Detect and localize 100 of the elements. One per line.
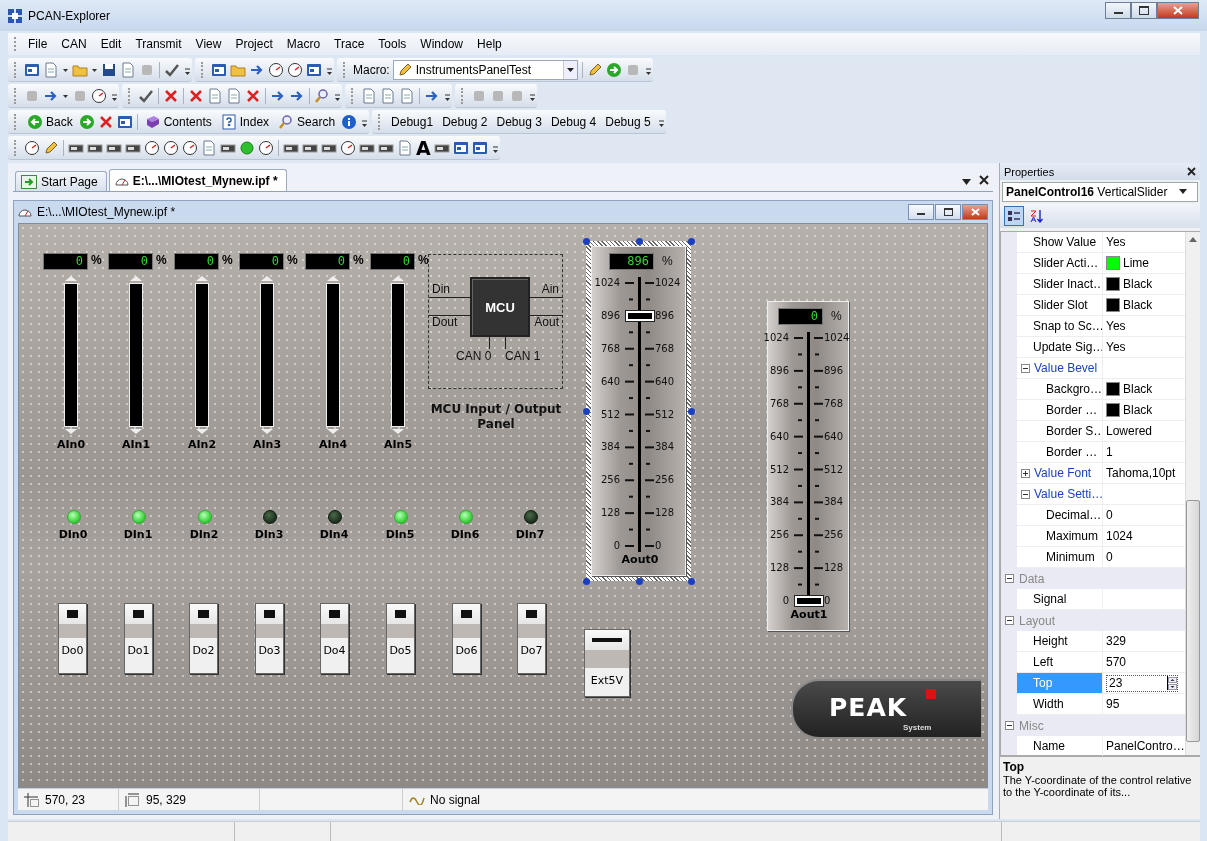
property-name[interactable]: Value Bevel xyxy=(1034,361,1098,375)
search-button[interactable]: Search xyxy=(275,112,339,131)
menu-item[interactable]: Transmit xyxy=(128,35,189,53)
toggle-switch[interactable]: Do3 xyxy=(255,603,284,674)
resize-handle[interactable] xyxy=(583,578,590,585)
value-input-field[interactable]: 23 xyxy=(1106,674,1178,692)
dropdown-icon[interactable] xyxy=(962,178,971,185)
toggle-switch[interactable]: Do2 xyxy=(189,603,218,674)
menu-item[interactable]: Trace xyxy=(327,35,372,53)
menu-item[interactable]: Tools xyxy=(371,35,414,53)
window-icon[interactable] xyxy=(211,61,227,78)
slider-thumb[interactable] xyxy=(794,595,824,607)
slider-thumb[interactable] xyxy=(625,310,655,322)
property-name[interactable]: Width xyxy=(1033,697,1064,711)
collapse-icon[interactable] xyxy=(1004,574,1014,583)
property-value[interactable]: Yes xyxy=(1106,340,1126,354)
maximize-button[interactable] xyxy=(935,204,961,220)
gauge-icon[interactable] xyxy=(268,61,284,78)
pencil-icon[interactable] xyxy=(43,139,59,156)
property-name[interactable]: Backgro… xyxy=(1046,382,1102,396)
menu-item[interactable]: Help xyxy=(470,35,509,53)
window-icon[interactable] xyxy=(24,61,40,78)
property-name[interactable]: Value Font xyxy=(1034,466,1092,480)
expand-icon[interactable] xyxy=(1021,468,1030,478)
gauge-icon[interactable] xyxy=(24,139,40,156)
cross-icon[interactable] xyxy=(188,87,204,104)
document-tab[interactable]: E:\...\MIOtest_Mynew.ipf * xyxy=(108,169,287,191)
property-name[interactable]: Border S… xyxy=(1046,424,1102,438)
property-value[interactable]: Yes xyxy=(1106,235,1126,249)
gauge-icon[interactable] xyxy=(287,61,303,78)
cross-icon[interactable] xyxy=(97,113,114,130)
collapse-icon[interactable] xyxy=(1004,616,1014,625)
collapse-icon[interactable] xyxy=(1004,721,1014,730)
property-name[interactable]: Maximum xyxy=(1046,529,1098,543)
property-value[interactable]: Lime xyxy=(1123,256,1149,270)
menu-item[interactable]: Window xyxy=(413,35,471,53)
minimize-button[interactable] xyxy=(908,204,934,220)
property-name[interactable]: Height xyxy=(1033,634,1068,648)
property-name[interactable]: Name xyxy=(1033,739,1065,753)
gauge-icon[interactable] xyxy=(91,87,107,104)
window-icon[interactable] xyxy=(471,139,488,156)
document-tab[interactable]: Start Page xyxy=(15,171,107,191)
gauge-icon[interactable] xyxy=(144,139,160,156)
debug-button[interactable]: Debug 2 xyxy=(439,113,491,130)
resize-handle[interactable] xyxy=(688,408,695,415)
property-value[interactable]: 1 xyxy=(1106,445,1113,459)
gauge-icon[interactable] xyxy=(258,139,274,156)
property-value[interactable]: Tahoma,10pt xyxy=(1106,466,1176,480)
search-icon[interactable] xyxy=(314,87,330,104)
toggle-switch[interactable]: Do6 xyxy=(452,603,481,674)
property-name[interactable]: Slider Slot xyxy=(1033,298,1088,312)
debug-button[interactable]: Debug 5 xyxy=(602,113,654,130)
cross-icon[interactable] xyxy=(245,87,261,104)
minimize-button[interactable] xyxy=(1105,2,1131,19)
property-value[interactable]: 1024 xyxy=(1106,529,1133,543)
property-value[interactable]: 0 xyxy=(1106,508,1113,522)
menu-item[interactable]: Project xyxy=(228,35,280,53)
menu-item[interactable]: CAN xyxy=(54,35,94,53)
toggle-switch[interactable]: Ext5V xyxy=(584,629,630,697)
gauge-icon[interactable] xyxy=(182,139,198,156)
gauge-icon[interactable] xyxy=(340,139,356,156)
macro-dropdown[interactable]: InstrumentsPanelTest xyxy=(392,59,578,80)
index-button[interactable]: Index xyxy=(217,112,273,131)
property-value[interactable]: Black xyxy=(1123,382,1153,396)
menu-item[interactable]: File xyxy=(21,35,55,53)
property-name[interactable]: Show Value xyxy=(1033,235,1097,249)
property-value[interactable]: Black xyxy=(1123,277,1153,291)
menu-item[interactable]: View xyxy=(188,35,229,53)
property-value[interactable]: Yes xyxy=(1106,319,1126,333)
menu-item[interactable]: Macro xyxy=(279,35,328,53)
property-value[interactable]: 0 xyxy=(1106,550,1113,564)
close-button[interactable] xyxy=(962,204,988,220)
property-name[interactable]: Value Setti… xyxy=(1034,487,1102,501)
property-name[interactable]: Left xyxy=(1033,655,1053,669)
property-value[interactable]: 95 xyxy=(1106,697,1120,711)
property-name[interactable]: Decimal… xyxy=(1046,508,1102,522)
spin-button[interactable] xyxy=(1168,676,1177,690)
scrollbar-thumb[interactable] xyxy=(1185,500,1200,742)
back-button[interactable]: Back xyxy=(24,112,76,131)
close-icon[interactable] xyxy=(979,174,989,185)
toggle-switch[interactable]: Do4 xyxy=(320,603,349,674)
property-value[interactable]: 329 xyxy=(1106,634,1127,648)
property-name[interactable]: Border … xyxy=(1046,445,1098,459)
property-name[interactable]: Slider Acti… xyxy=(1033,256,1099,270)
contents-button[interactable]: Contents xyxy=(141,112,215,131)
property-value[interactable]: PanelContro… xyxy=(1106,739,1185,753)
resize-handle[interactable] xyxy=(688,238,695,245)
resize-handle[interactable] xyxy=(688,578,695,585)
collapse-icon[interactable] xyxy=(1021,489,1030,499)
property-name[interactable]: Border … xyxy=(1046,403,1098,417)
maximize-button[interactable] xyxy=(1131,2,1157,19)
menu-item[interactable]: Edit xyxy=(93,35,129,53)
property-name[interactable]: Update Sig… xyxy=(1033,340,1102,354)
property-name[interactable]: Snap to Sc… xyxy=(1033,319,1102,333)
debug-button[interactable]: Debug 3 xyxy=(493,113,545,130)
cross-icon[interactable] xyxy=(163,87,179,104)
property-value[interactable]: Lowered xyxy=(1106,424,1153,438)
debug-button[interactable]: Debug 4 xyxy=(547,113,600,130)
info-icon[interactable] xyxy=(341,113,358,130)
property-name[interactable]: Signal xyxy=(1033,592,1067,606)
